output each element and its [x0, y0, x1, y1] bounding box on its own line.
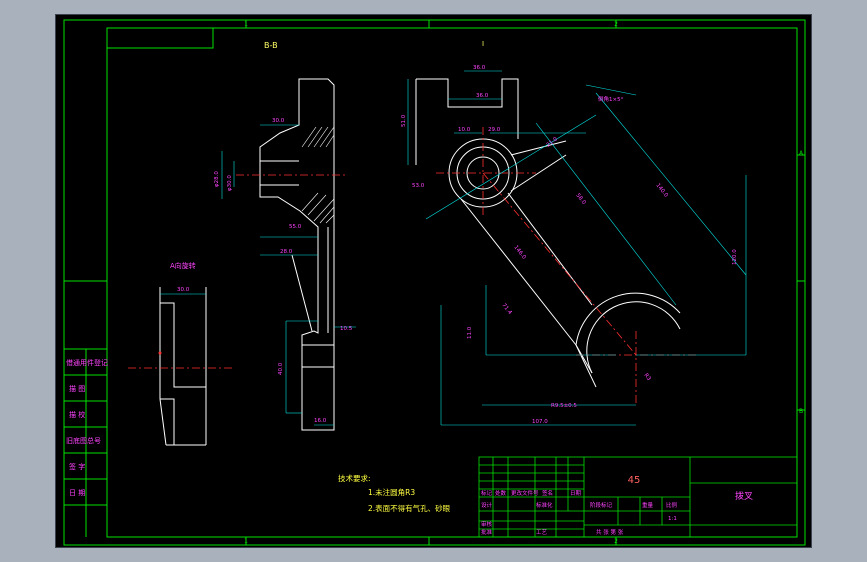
dim-text: 51.0: [401, 114, 407, 127]
dim-text: 16.0: [314, 418, 327, 424]
tb-sheets: 共 张 第 张: [596, 528, 624, 536]
dim-text: 36.0: [476, 93, 489, 99]
tb-row2: 标准化: [536, 501, 553, 509]
aux-point: [158, 351, 162, 355]
left-table-item: 借通用件登记: [66, 358, 108, 367]
section-dim-text: 30.0 φ28.0 φ30.0 55.0 28.0 40.0 16.0 10.…: [214, 118, 353, 424]
tb-header: 日期: [570, 490, 582, 497]
dim-text: 10.0: [458, 127, 471, 133]
aux-view-label: A向旋转: [170, 261, 196, 270]
section-dimensions: [221, 124, 356, 426]
dim-text: 36.0: [473, 65, 486, 71]
dim-text: R9.5±0.5: [551, 403, 577, 409]
left-table-item: 描 图: [69, 384, 85, 393]
dim-text: 11.0: [467, 326, 473, 339]
dim-text: 28.0: [280, 249, 293, 255]
dim-text: φ30.0: [227, 175, 233, 191]
dim-text: 29.0: [488, 127, 501, 133]
dim-text: φ28.0: [214, 171, 220, 187]
zone-right-b: B: [799, 408, 803, 415]
dim-text: 58.0: [574, 193, 587, 207]
zone-bottom-2: 2: [614, 538, 618, 545]
notes-title: 技术要求:: [338, 473, 371, 483]
dim-text: 140.0: [654, 183, 669, 199]
dim-text: 71.4: [500, 303, 513, 317]
main-view-dimensions: [407, 70, 747, 426]
section-view-outline: [259, 78, 335, 431]
dim-text: 10.5: [340, 326, 353, 332]
dim-text: 55.0: [289, 224, 302, 230]
dim-text: 107.0: [532, 419, 548, 425]
tb-scale: 1:1: [668, 516, 677, 522]
technical-notes: 技术要求: 1.未注圆角R3 2.表面不得有气孔、砂眼: [338, 473, 451, 513]
dim-text: 120.0: [732, 249, 738, 265]
left-table-item: 描 校: [69, 410, 85, 419]
tb-row2: 比例: [666, 501, 678, 509]
notes-line: 1.未注圆角R3: [368, 487, 415, 497]
dim-text: 53.0: [412, 183, 425, 189]
dim-text: 30.0: [272, 118, 285, 124]
left-table-item: 签 字: [69, 462, 85, 471]
tb-header: 更改文件号: [511, 489, 539, 497]
main-view-outline: [415, 78, 681, 388]
cad-viewport[interactable]: 1 2 A B 1 2 借通用件登记 描 图 描 校 旧底图总号 签 字 日 期…: [55, 14, 812, 548]
tb-row3: 工艺: [536, 529, 548, 536]
zone-top-2: 2: [614, 21, 618, 28]
main-view-label: I: [482, 40, 484, 48]
main-view-dim-text: 36.0 36.0 51.0 10.0 29.0 21.0 53.0 58.0 …: [401, 65, 738, 425]
left-table-item: 旧底图总号: [66, 436, 101, 445]
zone-top-1: 1: [244, 21, 248, 28]
tb-row2: 设计: [481, 501, 493, 509]
part-name: 拨叉: [735, 490, 753, 502]
zone-bottom-1: 1: [244, 538, 248, 545]
notes-line: 2.表面不得有气孔、砂眼: [368, 503, 451, 513]
main-view-centerlines: [436, 127, 696, 405]
aux-view-outline: [159, 287, 207, 446]
tb-row3: 批准: [481, 528, 493, 536]
section-view-label: B-B: [264, 41, 278, 50]
dim-text: 倒角1×5°: [598, 95, 624, 103]
material-text: 45: [628, 475, 641, 486]
tb-row2: 重量: [642, 501, 654, 509]
left-table-item: 日 期: [69, 489, 85, 497]
drawing-frame: [63, 19, 806, 546]
engineering-drawing: 1 2 A B 1 2 借通用件登记 描 图 描 校 旧底图总号 签 字 日 期…: [63, 19, 806, 546]
tb-header: 标记: [481, 489, 493, 497]
dim-text: 40.0: [278, 362, 284, 375]
dim-text: 146.0: [512, 245, 527, 261]
zone-right-a: A: [799, 150, 804, 157]
tb-header: 签名: [542, 489, 553, 497]
tb-row2: 阶段标记: [590, 501, 613, 509]
dim-text: 30.0: [177, 287, 190, 293]
dim-text: R3: [642, 373, 652, 383]
tb-header: 处数: [495, 489, 507, 497]
tb-row3: 审核: [481, 520, 493, 528]
